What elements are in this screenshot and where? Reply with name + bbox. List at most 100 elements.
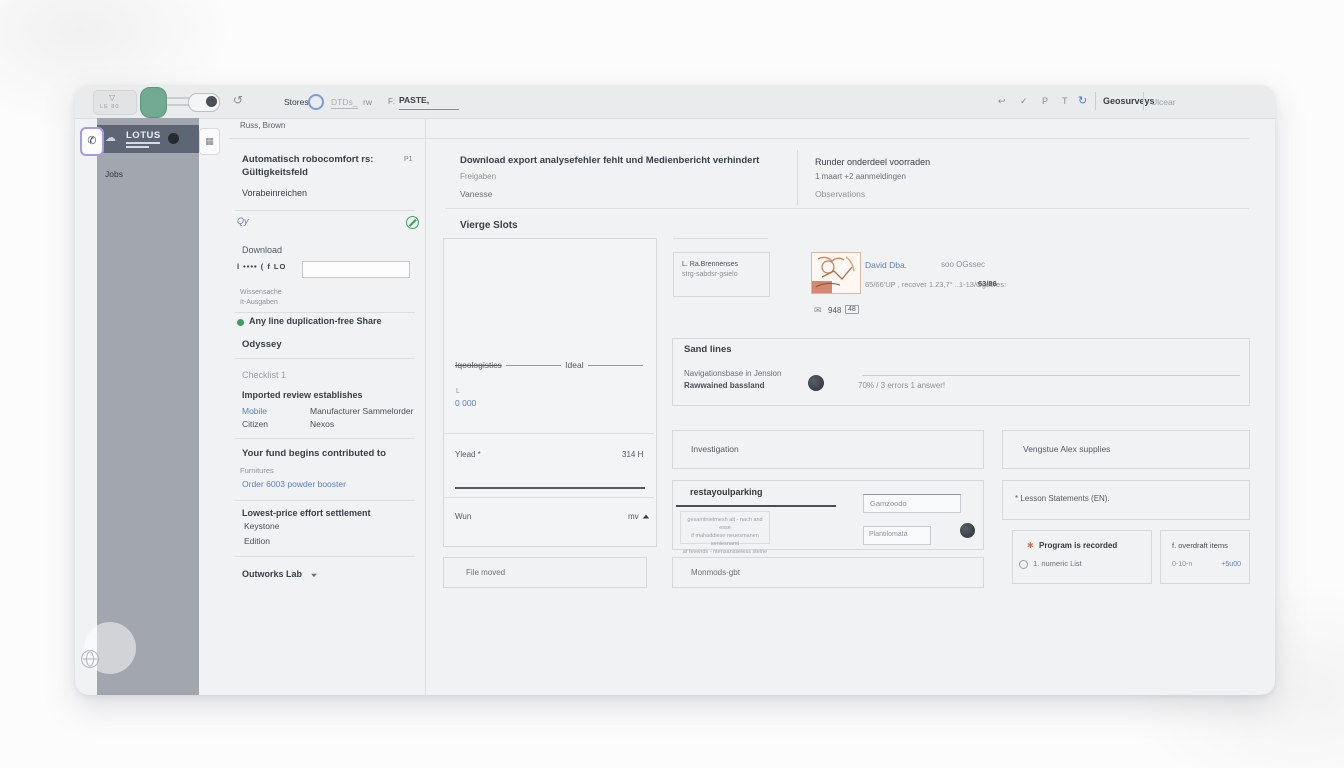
brand-underline: [126, 146, 149, 148]
header-right-sub: 1 maart +2 aanmeldingen: [815, 172, 906, 181]
sync-icon[interactable]: ↻: [1078, 94, 1087, 107]
badge-value: 948: [828, 306, 841, 315]
undo-icon[interactable]: ↩: [998, 96, 1006, 107]
lesson-box[interactable]: * Lesson Statements (EN).: [1002, 480, 1250, 520]
divider: [235, 210, 415, 211]
paste-tab-label[interactable]: PASTE,: [399, 95, 429, 105]
wun-value: mv: [628, 512, 639, 521]
header-right-meta: Observations: [815, 189, 865, 199]
order-link[interactable]: Order 6003 powder booster: [242, 479, 346, 489]
sidebar-item-jobs[interactable]: Jobs: [105, 169, 123, 179]
signature-scribble: Qy: [237, 216, 249, 226]
file-moved-label: File moved: [466, 568, 505, 577]
monmods-label: Monmods-gbt: [691, 568, 740, 577]
program-line1: Program is recorded: [1039, 541, 1117, 550]
sidebar: [97, 118, 199, 695]
fund-heading: Your fund begins contributed to: [242, 448, 386, 459]
prohibited-icon[interactable]: [406, 216, 419, 229]
tray-button[interactable]: ▽ LE 80: [93, 90, 137, 115]
grid-button[interactable]: ▦: [199, 128, 220, 155]
overview-label[interactable]: Geosurveys: [1103, 96, 1155, 106]
header-right-title: Runder onderdeel voorraden: [815, 157, 930, 167]
toolbar-toggle[interactable]: [188, 93, 220, 112]
filter-heading: Automatisch robocomfort rs: Gültigkeitsf…: [242, 153, 402, 179]
badge-tag: 48: [845, 305, 859, 314]
supplies-box[interactable]: Vengstue Alex supplies: [1002, 430, 1250, 469]
page-title: Download export analysefehler fehlt und …: [460, 155, 759, 166]
program-line2: 1. numeric List: [1033, 559, 1082, 568]
avatar[interactable]: [808, 375, 824, 391]
divider: [235, 312, 415, 313]
paste-underline: [399, 109, 459, 110]
monmods-box[interactable]: Monmods-gbt: [672, 557, 984, 588]
odyssey-label[interactable]: Odyssey: [242, 339, 282, 350]
section-title: Vierge Slots: [460, 220, 518, 231]
grid-icon: ▦: [205, 136, 214, 146]
globe-icon[interactable]: [81, 650, 99, 668]
wun-label: Wun: [455, 512, 471, 521]
check-icon[interactable]: ✓: [1020, 96, 1028, 107]
input-underline[interactable]: [455, 487, 645, 489]
f-label[interactable]: F:: [388, 97, 395, 106]
strike-label: Iqoologistics: [455, 360, 502, 370]
investigation-label: Investigation: [691, 444, 739, 454]
ideal-label: Ideal: [565, 360, 583, 370]
sand-line: [862, 375, 1240, 376]
lowest-heading: Lowest-price effort settlement: [242, 508, 371, 518]
overdraft-box[interactable]: f. overdraft items 0-10-n +5u00: [1160, 530, 1250, 584]
attachment-thumbnail[interactable]: [811, 252, 861, 294]
app-dock-icon[interactable]: ✆: [80, 127, 104, 156]
dtds-label[interactable]: DTDs_: [331, 97, 357, 107]
outworks-label[interactable]: Outworks Lab: [242, 569, 302, 579]
account-label[interactable]: Russ, Brown: [240, 121, 285, 130]
overdraft-line1: f. overdraft items: [1172, 541, 1228, 550]
heading-badge: P1: [404, 156, 413, 163]
profile-pill[interactable]: [140, 87, 167, 118]
file-moved-box[interactable]: File moved: [443, 557, 647, 588]
clear-label[interactable]: Ulcear: [1151, 97, 1176, 107]
status-dot-icon[interactable]: [168, 133, 179, 144]
sand-row-value: 70% / 3 errors 1 answer!: [858, 381, 945, 390]
brand-logo: LOTUS: [126, 130, 161, 141]
tiny-label: L: [456, 388, 460, 395]
chevron-down-icon: [311, 574, 317, 578]
header-divider: [797, 150, 798, 205]
author-link[interactable]: David Dba.: [865, 260, 907, 270]
note-card-line2: strg-sabdsr-gsielo: [682, 270, 761, 280]
funnel-icon: ▽: [109, 93, 115, 102]
avatar[interactable]: [960, 523, 975, 538]
plantilomata-field[interactable]: Plantilomata: [863, 526, 931, 545]
author-meta: soo OGssec: [941, 260, 985, 269]
gamzoodo-field[interactable]: Gamzoodo: [863, 494, 961, 513]
investigation-box[interactable]: Investigation: [672, 430, 984, 469]
nexos-label: Nexos: [310, 419, 334, 429]
note-card[interactable]: L. Ra.Brennenses strg-sabdsr-gsielo: [673, 252, 770, 297]
overdraft-link[interactable]: +5u00: [1221, 561, 1241, 568]
program-box[interactable]: ✱ Program is recorded 1. numeric List: [1012, 530, 1152, 584]
text-input[interactable]: [302, 261, 410, 278]
toggle-knob: [206, 96, 217, 107]
furniture-label: Furnitures: [240, 466, 274, 475]
toolbar-separator: [1143, 92, 1144, 110]
rw-label[interactable]: rw: [363, 97, 372, 107]
refresh-icon[interactable]: ↺: [233, 93, 243, 107]
resto-title: restayoulparking: [690, 487, 763, 497]
card-topline: [673, 238, 768, 239]
mobile-link[interactable]: Mobile: [242, 406, 267, 416]
mail-badge-icon[interactable]: ✉: [814, 305, 822, 316]
zero-link[interactable]: 0 000: [455, 398, 476, 408]
header-bottom-divider: [445, 208, 1249, 209]
circle-bullet-icon: [1019, 560, 1028, 569]
download-label[interactable]: Download: [242, 245, 282, 255]
share-option-label[interactable]: Any line duplication-free Share: [249, 316, 382, 326]
p-tool-icon[interactable]: P: [1042, 96, 1048, 106]
imported-heading: Imported review establishes: [242, 390, 363, 400]
sort-up-icon[interactable]: [643, 515, 649, 519]
t-tool-icon[interactable]: T: [1062, 96, 1068, 106]
divider: [235, 500, 415, 501]
divider: [235, 438, 415, 439]
strike-row[interactable]: Iqoologistics Ideal: [455, 360, 643, 370]
stores-label[interactable]: Stores: [284, 97, 309, 107]
lesson-label: * Lesson Statements (EN).: [1015, 494, 1110, 503]
record-circle-icon[interactable]: [308, 94, 324, 110]
